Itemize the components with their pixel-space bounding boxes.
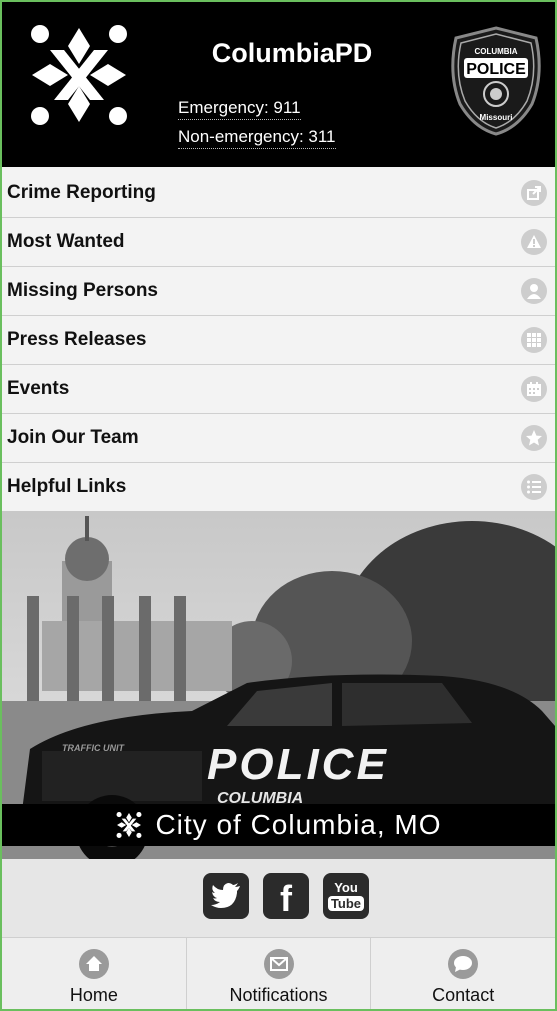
city-caption-text: City of Columbia, MO [155, 809, 442, 840]
menu-item-label: Press Releases [7, 329, 147, 350]
menu-item-label: Missing Persons [7, 280, 158, 301]
app-frame: ColumbiaPD Emergency: 911 Non-emergency:… [0, 0, 557, 1011]
police-badge-logo: COLUMBIA POLICE Missouri [451, 26, 541, 136]
app-header: ColumbiaPD Emergency: 911 Non-emergency:… [2, 2, 555, 167]
menu-item-press-releases[interactable]: Press Releases [2, 316, 555, 365]
tab-label: Contact [432, 985, 495, 1005]
menu-item-crime-reporting[interactable]: Crime Reporting [2, 169, 555, 218]
menu-item-events[interactable]: Events [2, 365, 555, 414]
twitter-button[interactable] [203, 873, 249, 919]
badge-top-text: COLUMBIA [474, 47, 517, 56]
menu-item-label: Most Wanted [7, 231, 125, 252]
hero-image: TRAFFIC UNIT POLICE COLUMBIA City of Col… [2, 511, 555, 859]
home-icon [78, 949, 109, 979]
tab-label: Home [69, 985, 118, 1005]
non-emergency-phone-link[interactable]: Non-emergency: 311 [178, 127, 336, 149]
chat-icon [448, 949, 479, 979]
main-menu: Crime Reporting Most Wanted Missing Pers… [2, 169, 555, 512]
tab-home[interactable]: Home [2, 938, 187, 1009]
tab-contact[interactable]: Contact [371, 938, 555, 1009]
calendar-icon [521, 376, 547, 402]
menu-item-missing-persons[interactable]: Missing Persons [2, 267, 555, 316]
youtube-icon-top: You [334, 880, 358, 895]
warning-icon [521, 229, 547, 255]
youtube-icon-bottom: Tube [327, 896, 365, 911]
city-logo-small [116, 812, 142, 838]
badge-bottom-text: Missouri [480, 113, 513, 122]
city-logo [31, 25, 127, 125]
tab-notifications[interactable]: Notifications [187, 938, 372, 1009]
twitter-icon [211, 883, 240, 908]
social-links: f You Tube [2, 859, 555, 937]
menu-item-helpful-links[interactable]: Helpful Links [2, 463, 555, 512]
car-police-text: POLICE [207, 740, 389, 789]
tab-label: Notifications [229, 985, 328, 1005]
bottom-tab-bar: Home Notifications Contact [2, 937, 555, 1009]
app-title: ColumbiaPD [211, 38, 373, 68]
list-icon [521, 474, 547, 500]
badge-police-text: POLICE [466, 61, 526, 78]
youtube-button[interactable]: You Tube [323, 873, 369, 919]
menu-item-join-our-team[interactable]: Join Our Team [2, 414, 555, 463]
menu-item-label: Helpful Links [7, 476, 127, 497]
menu-item-most-wanted[interactable]: Most Wanted [2, 218, 555, 267]
city-caption: City of Columbia, MO [2, 804, 555, 846]
star-icon [521, 425, 547, 451]
facebook-icon: f [280, 878, 292, 919]
car-unit-text: TRAFFIC UNIT [62, 743, 125, 753]
person-icon [521, 278, 547, 304]
menu-item-label: Crime Reporting [7, 182, 156, 203]
menu-item-label: Join Our Team [7, 427, 139, 448]
envelope-icon [263, 949, 294, 979]
emergency-phone-link[interactable]: Emergency: 911 [178, 98, 301, 120]
share-icon [521, 180, 547, 206]
grid-icon [521, 327, 547, 353]
menu-item-label: Events [7, 378, 70, 399]
facebook-button[interactable]: f [263, 873, 309, 919]
